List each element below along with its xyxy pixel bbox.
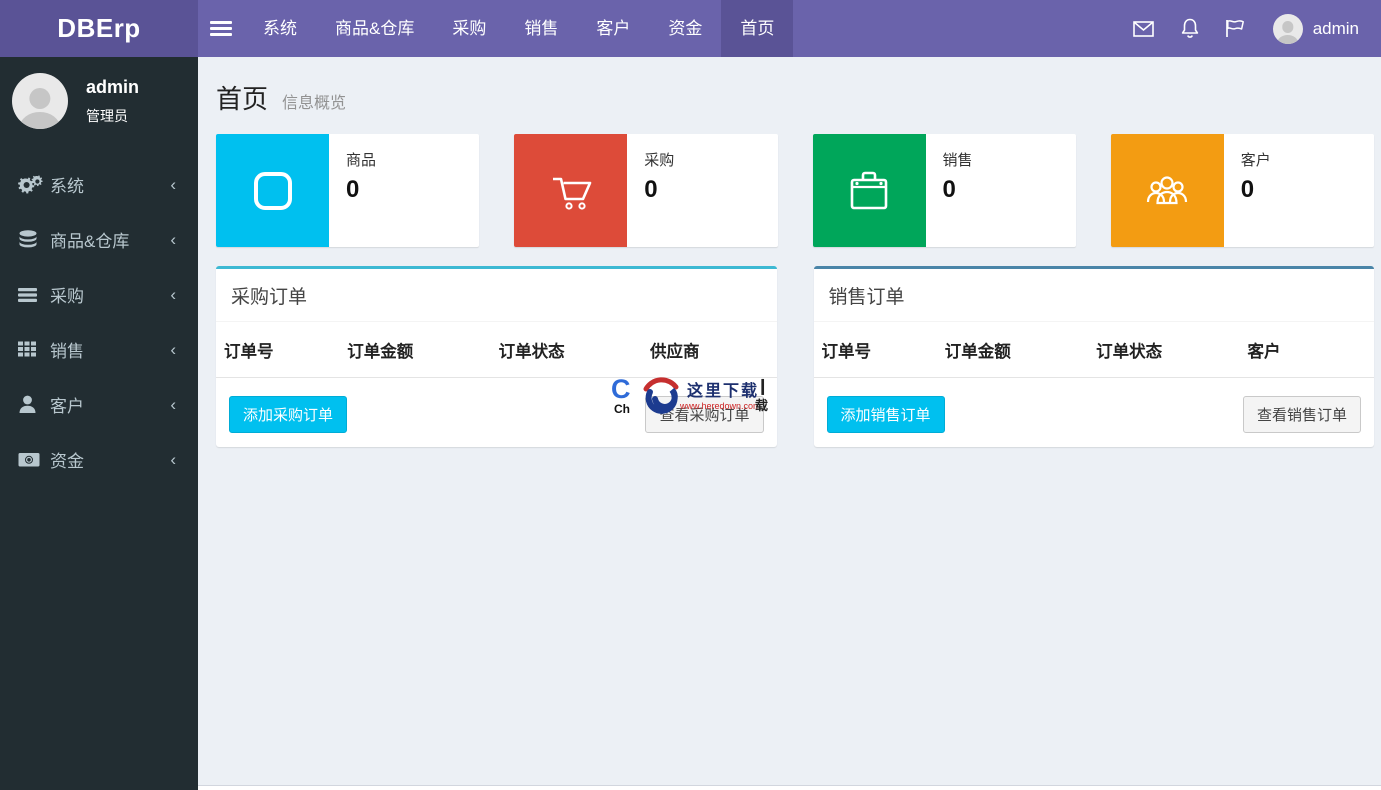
sidebar-item-label: 资金 [50,452,84,471]
flags-button[interactable] [1213,0,1259,57]
money-icon [18,452,48,468]
sidebar-user-role: 管理员 [86,107,128,124]
flag-icon [1226,20,1245,37]
panel-row: 采购订单 订单号 订单金额 订单状态 供应商 添加采购订单 查看采购订单 销售订… [216,266,1374,447]
content-header: 首页 信息概览 [198,57,1381,134]
nav-item-sales[interactable]: 销售 [505,0,577,57]
info-box-label: 销售 [942,152,973,169]
avatar [1272,13,1303,44]
bell-icon [1181,18,1198,38]
top-navbar: DBErp 系统 商品&仓库 采购 销售 客户 资金 首页 admin [0,0,1381,57]
purchase-orders-panel: 采购订单 订单号 订单金额 订单状态 供应商 添加采购订单 查看采购订单 [216,266,777,447]
page-footer [198,785,1381,790]
column-header-order-amount: 订单金额 [339,322,491,378]
info-box-label: 采购 [644,152,675,169]
nav-item-funds[interactable]: 资金 [649,0,721,57]
sidebar-user-panel: admin 管理员 [0,57,198,149]
chevron-left-icon: ‹ [170,284,176,304]
info-box-label: 商品 [346,152,377,169]
nav-item-goods-warehouse[interactable]: 商品&仓库 [316,0,433,57]
chevron-left-icon: ‹ [170,174,176,194]
nav-item-system[interactable]: 系统 [244,0,316,57]
sidebar-item-label: 系统 [50,177,84,196]
sidebar-item-customers[interactable]: 客户 ‹ [0,377,198,432]
sidebar-item-label: 商品&仓库 [50,232,130,251]
sidebar-toggle-button[interactable] [198,0,244,57]
people-icon [1110,134,1224,247]
info-box-customers[interactable]: 客户 0 [1110,134,1374,247]
view-purchase-orders-button[interactable]: 查看采购订单 [645,396,764,433]
column-header-order-no: 订单号 [813,322,937,378]
sidebar-item-label: 客户 [50,397,84,416]
page-title: 首页 [216,84,269,114]
username-label: admin [1312,18,1359,38]
chevron-left-icon: ‹ [170,394,176,414]
box-outline-icon [216,134,329,247]
cart-icon [514,134,628,247]
column-header-order-no: 订单号 [216,322,340,378]
add-sales-order-button[interactable]: 添加销售订单 [826,396,945,433]
add-purchase-order-button[interactable]: 添加采购订单 [229,396,348,433]
chevron-left-icon: ‹ [170,229,176,249]
info-box-purchase[interactable]: 采购 0 [514,134,778,247]
info-box-value: 0 [644,176,658,203]
messages-button[interactable] [1121,0,1167,57]
user-menu[interactable]: admin [1259,13,1367,44]
hamburger-icon [210,18,232,39]
sidebar-item-label: 采购 [50,287,84,306]
panel-header: 采购订单 [216,269,777,322]
nav-item-purchase[interactable]: 采购 [433,0,505,57]
sidebar: admin 管理员 系统 ‹ 商品&仓库 ‹ 采购 ‹ 销售 ‹ 客户 ‹ 资金… [0,57,198,790]
column-header-customer: 客户 [1239,322,1374,378]
sidebar-user-name: admin [86,76,140,97]
sales-orders-table: 订单号 订单金额 订单状态 客户 [813,322,1374,378]
list-icon [18,287,48,303]
sales-orders-panel: 销售订单 订单号 订单金额 订单状态 客户 添加销售订单 查看销售订单 [813,266,1375,447]
navbar-right: admin [1121,0,1381,57]
page-subtitle: 信息概览 [282,95,347,112]
purchase-orders-table: 订单号 订单金额 订单状态 供应商 [216,322,777,378]
sidebar-item-goods-warehouse[interactable]: 商品&仓库 ‹ [0,212,198,267]
content-area: 首页 信息概览 商品 0 采购 0 销售 0 客户 0 采购订单 订单号 订单金… [198,57,1381,785]
sidebar-item-funds[interactable]: 资金 ‹ [0,432,198,487]
main-nav: 系统 商品&仓库 采购 销售 客户 资金 首页 [198,0,794,57]
panel-header: 销售订单 [813,269,1374,322]
sidebar-menu: 系统 ‹ 商品&仓库 ‹ 采购 ‹ 销售 ‹ 客户 ‹ 资金 ‹ [0,157,198,487]
gears-icon [18,174,48,195]
info-box-value: 0 [346,176,360,203]
user-icon [18,395,48,414]
column-header-order-status: 订单状态 [490,322,642,378]
nav-item-home[interactable]: 首页 [721,0,794,57]
briefcase-icon [812,134,926,247]
view-sales-orders-button[interactable]: 查看销售订单 [1242,396,1361,433]
notifications-button[interactable] [1167,0,1213,57]
app-logo[interactable]: DBErp [0,0,198,57]
database-icon [18,229,48,250]
panel-footer: 添加采购订单 查看采购订单 [216,378,777,447]
sidebar-item-purchase[interactable]: 采购 ‹ [0,267,198,322]
column-header-supplier: 供应商 [641,322,777,378]
panel-footer: 添加销售订单 查看销售订单 [814,378,1375,447]
info-box-value: 0 [1240,176,1255,203]
column-header-order-status: 订单状态 [1088,322,1240,378]
chevron-left-icon: ‹ [170,449,176,469]
sidebar-item-sales[interactable]: 销售 ‹ [0,322,198,377]
panel-title: 销售订单 [828,287,905,308]
info-box-value: 0 [942,176,956,203]
avatar [12,73,68,129]
sidebar-item-system[interactable]: 系统 ‹ [0,157,198,212]
info-box-sales[interactable]: 销售 0 [812,134,1076,247]
column-header-order-amount: 订单金额 [936,322,1089,378]
sidebar-item-label: 销售 [50,342,84,361]
grid-icon [18,341,48,358]
envelope-icon [1133,20,1154,37]
panel-title: 采购订单 [231,287,308,308]
chevron-left-icon: ‹ [170,339,176,359]
info-box-label: 客户 [1240,152,1271,169]
info-box-row: 商品 0 采购 0 销售 0 客户 0 [216,134,1374,247]
nav-item-customers[interactable]: 客户 [577,0,649,57]
info-box-goods[interactable]: 商品 0 [216,134,480,247]
